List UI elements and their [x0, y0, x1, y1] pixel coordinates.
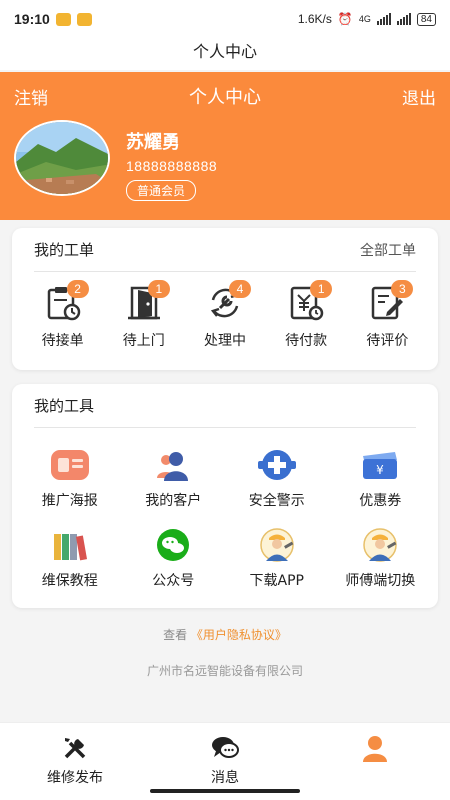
tools-card: 我的工具 推广海报 我的客户 安全警示 ¥ 优惠券 维保教程 公众号 下载APP… — [12, 384, 438, 608]
count-badge: 1 — [310, 280, 333, 298]
profile-header: 注销 个人中心 退出 苏耀勇 18888888888 普通会员 — [0, 72, 450, 220]
poster-icon — [50, 450, 89, 480]
orders-card-header: 我的工单 全部工单 — [34, 228, 416, 272]
status-time: 19:10 — [14, 11, 50, 27]
order-status-pending-visit[interactable]: 1 待上门 — [108, 280, 180, 350]
worker-avatar-icon — [260, 528, 294, 562]
tool-label: 师傅端切换 — [345, 573, 416, 589]
network-speed: 1.6K/s — [297, 12, 332, 26]
company-name: 广州市名远智能设备有限公司 — [146, 664, 303, 678]
tools-title: 我的工具 — [34, 397, 95, 415]
user-name: 苏耀勇 — [126, 132, 180, 153]
page-title: 个人中心 — [0, 38, 450, 70]
tab-profile[interactable] — [300, 723, 450, 800]
order-status-label: 待付款 — [285, 333, 328, 349]
order-status-pending-accept[interactable]: 2 待接单 — [27, 280, 99, 350]
tool-label: 维保教程 — [41, 573, 98, 589]
orders-title: 我的工单 — [34, 241, 95, 259]
tool-promo-poster[interactable]: 推广海报 — [18, 448, 122, 510]
exit-button[interactable]: 退出 — [402, 84, 436, 109]
avatar[interactable] — [14, 120, 110, 196]
tool-label: 公众号 — [152, 573, 195, 589]
notification-icon — [55, 12, 71, 26]
order-status-pending-review[interactable]: 3 待评价 — [351, 280, 423, 350]
count-badge: 1 — [147, 280, 170, 298]
chat-icon — [212, 737, 239, 758]
worker-avatar-icon — [363, 528, 397, 562]
tool-label: 优惠券 — [359, 493, 402, 509]
status-bar: 19:10 1.6K/s ⏰ 4G 84 — [0, 0, 450, 38]
safety-icon — [257, 450, 296, 480]
network-type: 4G — [358, 14, 371, 24]
svg-text:¥: ¥ — [376, 463, 384, 477]
tool-my-customers[interactable]: 我的客户 — [122, 448, 226, 510]
signal-icon-2 — [396, 13, 411, 25]
alarm-icon: ⏰ — [337, 12, 353, 26]
tool-download-app[interactable]: 下载APP — [225, 528, 329, 590]
tool-coupon[interactable]: ¥ 优惠券 — [329, 448, 433, 510]
tool-safety-warning[interactable]: 安全警示 — [225, 448, 329, 510]
order-status-label: 待上门 — [122, 333, 165, 349]
order-status-label: 待接单 — [41, 333, 84, 349]
all-orders-link[interactable]: 全部工单 — [360, 240, 416, 260]
user-phone: 18888888888 — [126, 158, 218, 174]
member-level-badge: 普通会员 — [126, 180, 197, 201]
orders-card: 我的工单 全部工单 2 待接单 1 待上门 4 处理中 1 待付款 3 待评价 — [12, 228, 438, 370]
books-icon — [53, 534, 87, 561]
privacy-prefix: 查看 — [163, 628, 188, 642]
logout-account-button[interactable]: 注销 — [14, 84, 48, 109]
tool-label: 推广海报 — [41, 493, 98, 509]
tool-maintenance-tutorial[interactable]: 维保教程 — [18, 528, 122, 590]
customers-icon — [157, 452, 189, 481]
count-badge: 3 — [391, 280, 414, 298]
status-right: 1.6K/s ⏰ 4G 84 — [298, 12, 436, 26]
order-status-list: 2 待接单 1 待上门 4 处理中 1 待付款 3 待评价 — [12, 272, 438, 350]
order-status-processing[interactable]: 4 处理中 — [189, 280, 261, 350]
tool-switch-to-master[interactable]: 师傅端切换 — [329, 528, 433, 590]
order-status-label: 处理中 — [203, 333, 246, 349]
header-nav: 注销 个人中心 退出 — [0, 72, 450, 120]
coupon-icon: ¥ — [363, 452, 398, 479]
count-badge: 2 — [66, 280, 89, 298]
header-title: 个人中心 — [189, 87, 261, 108]
tools-icon — [64, 738, 86, 759]
wechat-icon — [157, 529, 190, 561]
tools-card-header: 我的工具 — [34, 384, 416, 428]
profile-icon — [363, 736, 387, 762]
order-status-label: 待评价 — [366, 333, 409, 349]
user-info: 苏耀勇 18888888888 普通会员 — [126, 128, 217, 201]
tab-repair-publish[interactable]: 维修发布 — [0, 723, 150, 800]
tool-label: 安全警示 — [248, 493, 305, 509]
home-indicator[interactable] — [150, 789, 300, 793]
battery-icon: 84 — [416, 12, 436, 26]
tool-label: 我的客户 — [145, 493, 202, 509]
privacy-line: 查看 《用户隐私协议》 — [0, 626, 450, 643]
tab-label: 维修发布 — [47, 770, 103, 786]
message-notification-icon — [76, 12, 92, 26]
count-badge: 4 — [228, 280, 251, 298]
tools-grid: 推广海报 我的客户 安全警示 ¥ 优惠券 维保教程 公众号 下载APP 师傅端切… — [12, 428, 438, 590]
privacy-policy-link[interactable]: 《用户隐私协议》 — [191, 628, 287, 642]
order-status-pending-payment[interactable]: 1 待付款 — [270, 280, 342, 350]
signal-icon — [376, 13, 391, 25]
tab-label: 消息 — [211, 770, 239, 786]
tool-label: 下载APP — [249, 573, 304, 589]
tool-official-account[interactable]: 公众号 — [122, 528, 226, 590]
